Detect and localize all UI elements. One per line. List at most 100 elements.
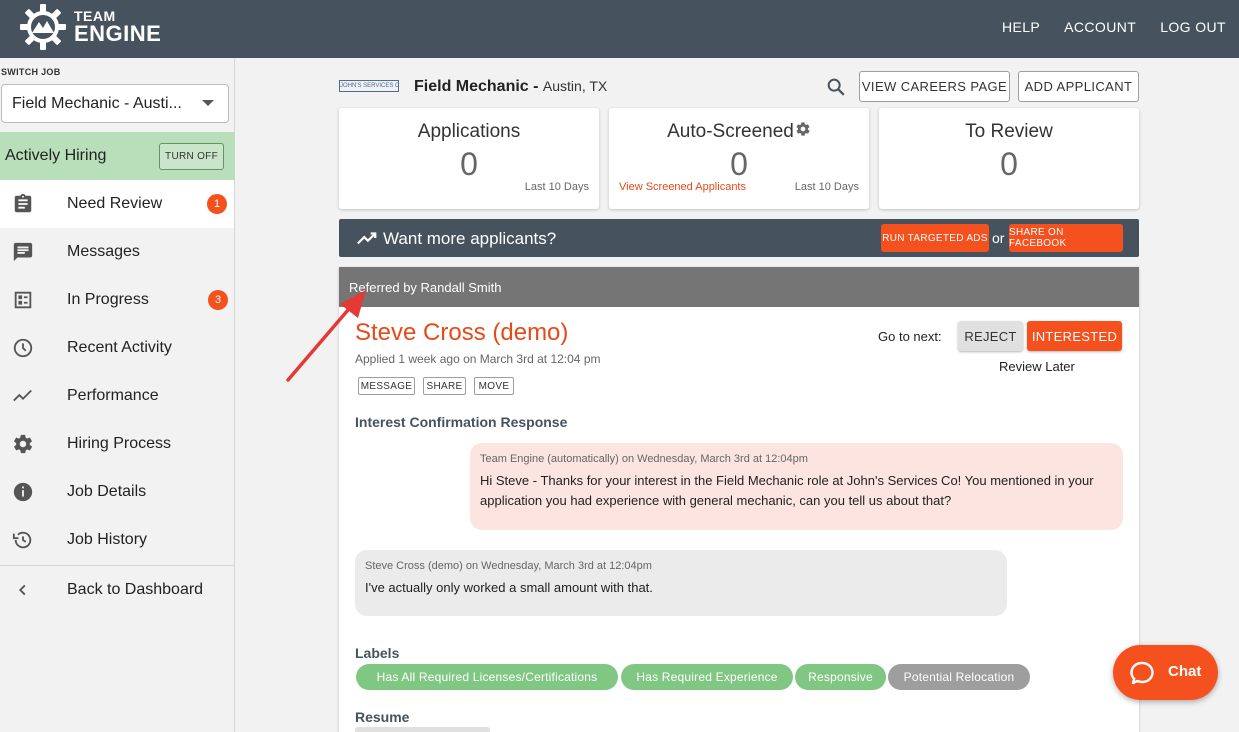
go-to-next-label: Go to next:	[878, 329, 942, 344]
caret-down-icon	[202, 100, 214, 106]
sidebar-item-job-history[interactable]: Job History	[0, 516, 235, 564]
sidebar-item-label: Job Details	[67, 483, 147, 500]
job-header: JOHN'S SERVICES CO Field Mechanic - Aust…	[339, 70, 1139, 104]
job-title-text: Field Mechanic -	[414, 78, 543, 95]
hiring-status-bar: Actively Hiring TURN OFF	[0, 132, 235, 180]
company-logo: JOHN'S SERVICES CO	[339, 80, 399, 92]
sidebar-item-back-to-dashboard[interactable]: Back to Dashboard	[0, 566, 235, 614]
sidebar-item-need-review[interactable]: Need Review 1	[0, 180, 234, 228]
top-nav: HELP ACCOUNT LOG OUT	[1002, 19, 1226, 35]
in-progress-badge: 3	[208, 290, 228, 310]
or-text: or	[992, 230, 1005, 246]
share-on-facebook-button[interactable]: SHARE ON FACEBOOK	[1009, 224, 1123, 252]
history-icon	[12, 531, 32, 549]
auto-screened-title: Auto-Screened	[609, 121, 869, 143]
message-icon	[13, 242, 33, 262]
sidebar-item-label: In Progress	[67, 291, 149, 308]
gear-icon[interactable]	[795, 121, 811, 137]
chat-bubble-icon	[1130, 661, 1154, 685]
message-button[interactable]: MESSAGE	[358, 377, 415, 395]
sidebar-item-label: Messages	[67, 243, 140, 260]
more-applicants-text: Want more applicants?	[383, 229, 557, 248]
chat-label: Chat	[1168, 663, 1202, 680]
applications-period: Last 10 Days	[524, 181, 589, 193]
label-chip[interactable]: Has Required Experience	[621, 664, 793, 690]
message-text: I've actually only worked a small amount…	[365, 580, 653, 595]
gear-icon	[14, 434, 32, 454]
applied-date: Applied 1 week ago on March 3rd at 12:04…	[355, 352, 601, 366]
hiring-status-label: Actively Hiring	[5, 147, 107, 164]
resume-heading: Resume	[355, 709, 410, 725]
chat-button[interactable]: Chat	[1113, 645, 1218, 700]
resume-preview[interactable]	[355, 727, 490, 732]
label-chip[interactable]: Potential Relocation	[888, 664, 1030, 690]
auto-screened-title-text: Auto-Screened	[667, 121, 794, 142]
logo-line2: ENGINE	[74, 21, 162, 46]
applicant-card: Referred by Randall Smith Steve Cross (d…	[339, 267, 1139, 732]
sidebar-item-in-progress[interactable]: In Progress 3	[0, 276, 235, 324]
review-later-link[interactable]: Review Later	[999, 359, 1075, 374]
label-chip[interactable]: Responsive	[795, 664, 886, 690]
to-review-title: To Review	[965, 121, 1053, 142]
team-engine-logo[interactable]: TEAM ENGINE	[18, 2, 161, 52]
top-bar: TEAM ENGINE HELP ACCOUNT LOG OUT	[0, 0, 1239, 58]
sidebar-item-label: Back to Dashboard	[67, 581, 204, 598]
message-text: Hi Steve - Thanks for your interest in t…	[480, 473, 1094, 508]
to-review-card: To Review 0	[879, 108, 1139, 209]
turn-off-button[interactable]: TURN OFF	[159, 143, 224, 170]
need-review-badge: 1	[207, 194, 227, 214]
sidebar-item-job-details[interactable]: Job Details	[0, 468, 235, 516]
move-button[interactable]: MOVE	[474, 377, 514, 395]
switch-job-label: SWITCH JOB	[1, 67, 61, 77]
trending-up-icon	[357, 232, 377, 245]
applicant-name[interactable]: Steve Cross (demo)	[355, 319, 568, 347]
help-link[interactable]: HELP	[1002, 19, 1040, 35]
add-applicant-button[interactable]: ADD APPLICANT	[1018, 71, 1139, 102]
label-chip[interactable]: Has All Required Licenses/Certifications	[356, 664, 618, 690]
run-targeted-ads-button[interactable]: RUN TARGETED ADS	[881, 224, 989, 252]
auto-screened-period: Last 10 Days	[794, 181, 859, 193]
labels-heading: Labels	[355, 645, 400, 661]
applications-value: 0	[460, 146, 478, 182]
sidebar: SWITCH JOB Field Mechanic - Austi... Act…	[0, 58, 235, 732]
to-review-value: 0	[1000, 146, 1018, 182]
more-applicants-bar: Want more applicants? RUN TARGETED ADS o…	[339, 219, 1139, 257]
sidebar-item-messages[interactable]: Messages	[0, 228, 235, 276]
auto-screened-card: Auto-Screened 0 View Screened Applicants…	[609, 108, 869, 209]
job-select-value: Field Mechanic - Austi...	[12, 94, 182, 112]
sidebar-item-label: Hiring Process	[67, 435, 172, 452]
search-icon[interactable]	[825, 76, 847, 98]
applications-card: Applications 0 Last 10 Days	[339, 108, 599, 209]
checklist-icon	[14, 291, 32, 309]
chevron-left-icon	[18, 584, 26, 596]
sidebar-item-performance[interactable]: Performance	[0, 372, 235, 420]
job-select[interactable]: Field Mechanic - Austi...	[1, 84, 229, 123]
sidebar-item-hiring-process[interactable]: Hiring Process	[0, 420, 235, 468]
logout-link[interactable]: LOG OUT	[1160, 19, 1226, 35]
incoming-message: Steve Cross (demo) on Wednesday, March 3…	[355, 550, 1007, 616]
account-link[interactable]: ACCOUNT	[1064, 19, 1136, 35]
sidebar-item-label: Performance	[67, 387, 159, 404]
sidebar-item-label: Job History	[67, 531, 148, 548]
referred-by-banner: Referred by Randall Smith	[339, 267, 1139, 307]
interested-button[interactable]: INTERESTED	[1027, 321, 1122, 351]
info-icon	[13, 482, 33, 502]
message-meta: Steve Cross (demo) on Wednesday, March 3…	[365, 560, 652, 572]
applications-title: Applications	[417, 121, 521, 142]
sidebar-item-recent-activity[interactable]: Recent Activity	[0, 324, 235, 372]
share-button[interactable]: SHARE	[423, 377, 466, 395]
outgoing-message: Team Engine (automatically) on Wednesday…	[470, 443, 1123, 530]
view-careers-page-button[interactable]: VIEW CAREERS PAGE	[859, 71, 1010, 102]
sidebar-item-label: Need Review	[67, 195, 163, 212]
interest-confirmation-heading: Interest Confirmation Response	[355, 414, 568, 430]
auto-screened-value: 0	[730, 146, 748, 182]
clock-icon	[13, 338, 33, 358]
view-screened-applicants-link[interactable]: View Screened Applicants	[619, 181, 746, 193]
job-location: Austin, TX	[542, 78, 608, 94]
message-meta: Team Engine (automatically) on Wednesday…	[480, 453, 808, 465]
job-title: Field Mechanic - Austin, TX	[414, 78, 607, 96]
logo-text: TEAM ENGINE	[74, 9, 161, 45]
gear-logo-icon	[20, 4, 66, 50]
reject-button[interactable]: REJECT	[958, 321, 1023, 351]
trending-icon	[13, 389, 32, 402]
